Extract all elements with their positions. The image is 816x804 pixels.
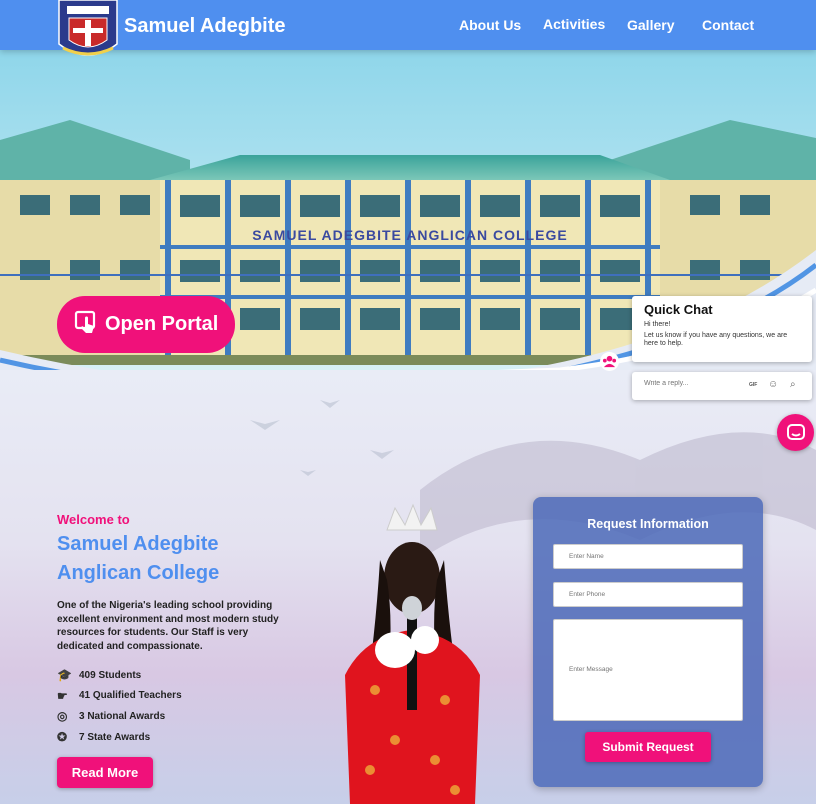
open-portal-button[interactable]: Open Portal [57, 296, 235, 353]
stat-national-awards: ◎ 3 National Awards [57, 709, 166, 724]
building-sign-text: SAMUEL ADEGBITE ANGLICAN COLLEGE [252, 227, 567, 243]
college-name-heading: Samuel Adegbite Anglican College [57, 530, 317, 588]
chat-bubble-icon [786, 423, 805, 440]
award-ribbon-icon: ✪ [57, 730, 68, 745]
paperclip-icon[interactable]: ⌕ [790, 379, 796, 390]
chat-reply-box: GIF ☺ ⌕ [632, 372, 812, 400]
student-with-crown-photo [325, 500, 495, 804]
request-information-form: Request Information Submit Request [533, 497, 763, 787]
chat-message: Let us know if you have any questions, w… [644, 332, 788, 347]
stat-students: 🎓 409 Students [57, 668, 142, 683]
quick-chat-panel: Quick Chat Hi there! Let us know if you … [632, 296, 812, 362]
group-icon [602, 355, 617, 368]
welcome-kicker: Welcome to [57, 512, 130, 527]
brand-name[interactable]: Samuel Adegbite [124, 15, 286, 38]
quick-chat-title: Quick Chat [644, 302, 713, 317]
college-name-line1: Samuel Adegbite [57, 533, 219, 555]
school-crest-logo[interactable] [57, 0, 119, 62]
stats-list: 🎓 409 Students ☛ 41 Qualified Teachers ◎ 3 … [57, 665, 182, 747]
chat-reply-input[interactable] [644, 380, 744, 387]
read-more-button[interactable]: Read More [57, 757, 153, 788]
submit-request-button[interactable]: Submit Request [585, 732, 711, 762]
chat-launcher-button[interactable] [777, 414, 814, 451]
pointing-hand-icon: ☛ [57, 688, 68, 703]
graduation-cap-icon: 🎓 [57, 668, 72, 683]
open-portal-label: Open Portal [105, 313, 219, 335]
nav-contact[interactable]: Contact [702, 17, 754, 33]
nav-gallery[interactable]: Gallery [627, 17, 674, 33]
college-name-line2: Anglican College [57, 562, 220, 584]
chat-agent-avatar [600, 352, 619, 371]
medal-icon: ◎ [57, 709, 68, 724]
stat-state-awards: ✪ 7 State Awards [57, 730, 151, 745]
message-textarea[interactable] [553, 619, 743, 721]
college-description: One of the Nigeria's leading school prov… [57, 600, 279, 652]
phone-input[interactable] [553, 582, 743, 607]
gif-button[interactable]: GIF [749, 382, 757, 388]
touch-screen-icon [73, 309, 99, 341]
nav-about-us[interactable]: About Us [459, 17, 521, 33]
site-header: Samuel Adegbite About Us Activities Gall… [0, 0, 816, 56]
name-input[interactable] [553, 544, 743, 569]
nav-activities[interactable]: Activities [543, 16, 605, 32]
chat-greeting: Hi there! [644, 321, 671, 328]
stat-teachers: ☛ 41 Qualified Teachers [57, 688, 182, 703]
emoji-icon[interactable]: ☺ [768, 379, 778, 390]
form-title: Request Information [587, 517, 709, 531]
